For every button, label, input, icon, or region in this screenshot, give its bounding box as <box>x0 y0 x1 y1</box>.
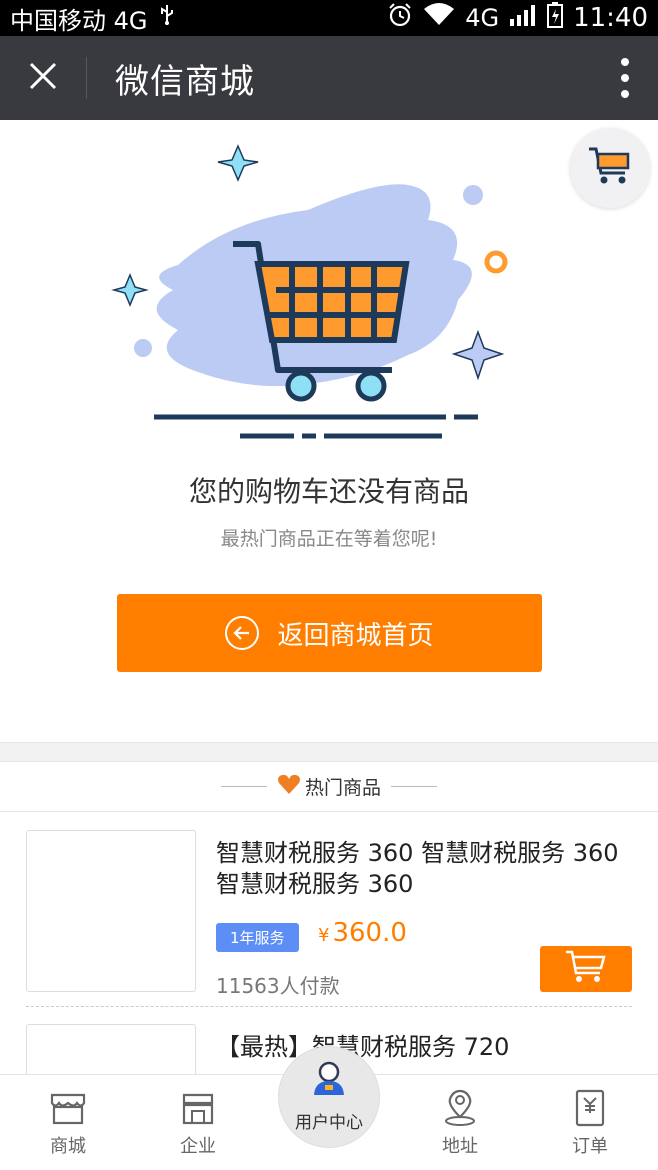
empty-cart-illustration <box>108 140 518 450</box>
header-divider <box>86 57 87 99</box>
hot-products-label: 热门商品 <box>304 777 381 799</box>
heart-icon <box>277 773 301 800</box>
tab-label: 企业 <box>180 1136 216 1157</box>
status-left: 中国移动 4G <box>10 1 176 36</box>
order-icon <box>570 1088 610 1128</box>
tab-shop[interactable]: 商城 <box>18 1075 118 1170</box>
location-icon <box>440 1088 480 1128</box>
tab-label: 用户中心 <box>295 1113 363 1133</box>
alarm-icon <box>387 2 413 34</box>
status-right: 4G 11:40 <box>387 2 648 34</box>
empty-cart-title: 您的购物车还没有商品 <box>188 475 469 508</box>
hot-products-title: 热门商品 <box>277 773 381 800</box>
tab-enterprise[interactable]: 企业 <box>148 1075 248 1170</box>
clock: 11:40 <box>573 3 648 33</box>
empty-cart-subtitle: 最热门商品正在等着您呢! <box>220 528 438 550</box>
back-to-mall-label: 返回商城首页 <box>277 620 434 651</box>
tab-label: 地址 <box>442 1136 478 1157</box>
hot-products-header: 热门商品 <box>0 762 658 812</box>
shop-icon <box>48 1088 88 1128</box>
product-thumbnail[interactable] <box>26 830 196 992</box>
cart-icon <box>587 145 633 191</box>
product-name[interactable]: 智慧财税服务 360 智慧财税服务 360 智慧财税服务 360 <box>216 838 632 900</box>
currency-symbol: ¥ <box>318 925 330 946</box>
product-separator <box>26 1006 632 1007</box>
sales-count: 11563人付款 <box>216 974 340 998</box>
network-label: 4G <box>465 4 500 32</box>
wifi-icon <box>423 3 455 33</box>
tab-orders[interactable]: 订单 <box>540 1075 640 1170</box>
tab-address[interactable]: 地址 <box>410 1075 510 1170</box>
product-item[interactable]: 智慧财税服务 360 智慧财税服务 360 智慧财税服务 360 1年服务 ¥3… <box>26 830 632 1000</box>
close-icon <box>28 61 58 95</box>
tab-label: 商城 <box>50 1136 86 1157</box>
more-button[interactable] <box>620 58 630 98</box>
user-icon <box>311 1061 347 1102</box>
product-price: ¥360.0 <box>318 918 407 948</box>
divider-line <box>391 786 437 787</box>
floating-cart-button[interactable] <box>570 128 650 208</box>
close-button[interactable] <box>0 36 86 120</box>
app-header: 微信商城 <box>0 36 658 120</box>
carrier-label: 中国移动 4G <box>10 6 148 35</box>
store-icon <box>178 1088 218 1128</box>
tab-label: 订单 <box>572 1136 608 1157</box>
battery-icon <box>547 2 564 34</box>
arrow-left-circle-icon <box>225 616 260 650</box>
usb-icon <box>158 4 176 32</box>
price-value: 360.0 <box>332 918 407 948</box>
divider-line <box>220 786 267 787</box>
signal-icon <box>509 3 537 33</box>
page-title: 微信商城 <box>115 61 255 102</box>
product-name[interactable]: 【最热】智慧财税服务 720 <box>216 1032 632 1063</box>
more-vertical-icon <box>621 58 629 66</box>
section-divider <box>0 742 658 762</box>
add-to-cart-button[interactable] <box>540 946 632 992</box>
cart-icon <box>564 949 608 989</box>
service-tag: 1年服务 <box>216 923 299 952</box>
tab-user-center[interactable]: 用户中心 <box>278 1046 380 1148</box>
back-to-mall-button[interactable]: 返回商城首页 <box>117 594 542 672</box>
status-bar: 中国移动 4G 4G 11:40 <box>0 0 658 36</box>
